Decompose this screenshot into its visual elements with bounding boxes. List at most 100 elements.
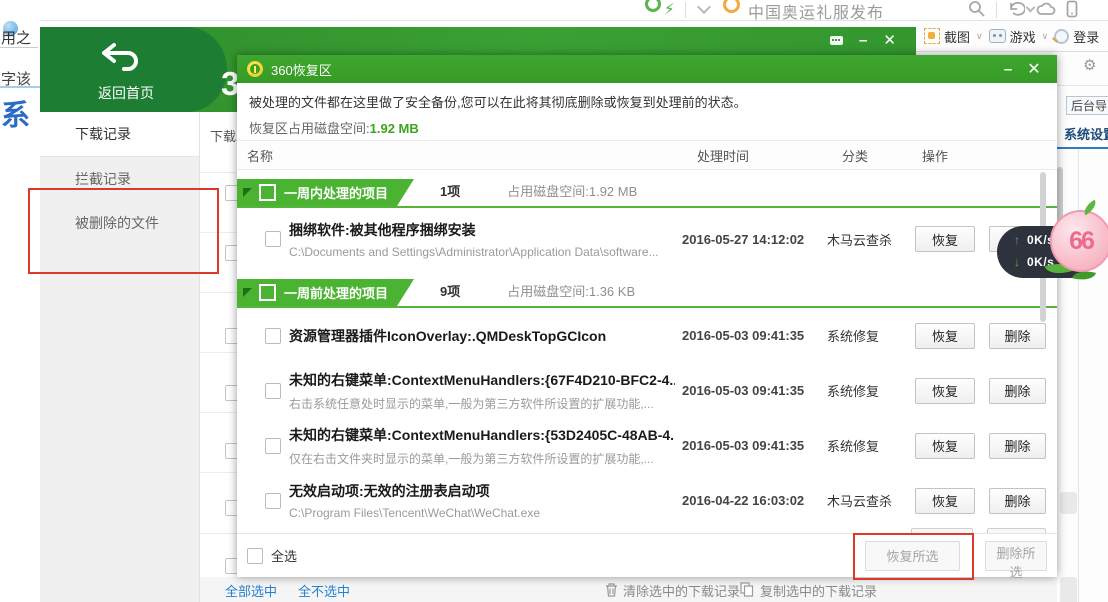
row-checkbox[interactable]	[225, 185, 237, 201]
copy-selected-downloads[interactable]: 复制选中的下载记录	[760, 581, 877, 600]
group-label: 一周内处理的项目	[284, 183, 388, 202]
back-arrow-icon	[98, 37, 142, 77]
select-all-checkbox[interactable]	[247, 548, 263, 564]
item-category: 系统修复	[820, 326, 915, 345]
row-checkbox[interactable]	[225, 558, 237, 574]
disk-usage-label: 恢复区占用磁盘空间:	[249, 121, 370, 136]
delete-button[interactable]: 删除	[989, 488, 1046, 514]
right-browser-panel: ⚙ 后台导出 系统设置	[1057, 52, 1108, 602]
row-checkbox[interactable]	[265, 438, 281, 454]
delete-button[interactable]: 删除	[989, 433, 1046, 459]
group-checkbox[interactable]	[259, 284, 276, 301]
left-edge-fragments: 用之 字该 系	[0, 20, 40, 602]
row-checkbox[interactable]	[265, 328, 281, 344]
gear-icon[interactable]: ⚙	[1083, 56, 1096, 74]
sidebar-item-download-records[interactable]: 下载记录	[40, 112, 199, 157]
search-icon[interactable]	[968, 0, 985, 17]
row-checkbox[interactable]	[225, 328, 237, 344]
expand-triangle-icon[interactable]	[243, 188, 252, 197]
divider	[1057, 147, 1108, 149]
sidebar: 下载记录 拦截记录 被删除的文件	[40, 112, 200, 602]
group-ribbon[interactable]: 一周前处理的项目	[237, 279, 414, 306]
row-checkbox[interactable]	[265, 383, 281, 399]
text-fragment: 用之	[1, 27, 31, 48]
row-checkbox[interactable]	[225, 500, 237, 516]
dialog-minimize-button[interactable]: –	[995, 61, 1021, 78]
group-header-week-before: 一周前处理的项目 9项 占用磁盘空间:1.36 KB	[237, 270, 1057, 308]
expand-triangle-icon[interactable]	[243, 288, 252, 297]
sidebar-item-deleted-files[interactable]: 被删除的文件	[40, 201, 199, 245]
item-category: 系统修复	[820, 381, 915, 400]
restore-button[interactable]: 恢复	[915, 488, 975, 514]
select-all-label[interactable]: 全选	[271, 546, 865, 565]
restore-button[interactable]: 恢复	[915, 433, 975, 459]
games-button[interactable]: 游戏	[1010, 27, 1036, 46]
restore-button[interactable]: 恢复	[915, 226, 975, 252]
games-icon	[989, 29, 1006, 43]
group-count: 1项	[440, 181, 460, 200]
recovery-item-row: 资源管理器插件IconOverlay:.QMDeskTopGCIcon 2016…	[237, 308, 1057, 363]
refresh-icon[interactable]	[645, 0, 661, 12]
background-export-button[interactable]: 后台导出	[1066, 96, 1108, 115]
item-time: 2016-04-22 16:03:02	[675, 493, 820, 508]
chevron-down-icon[interactable]: ∨	[1042, 31, 1049, 42]
close-button[interactable]: ✕	[883, 31, 896, 49]
select-all-link[interactable]: 全部选中	[225, 581, 277, 600]
row-checkbox[interactable]	[225, 245, 237, 261]
accelerator-score: 66	[1052, 212, 1108, 270]
dialog-close-button[interactable]: ✕	[1021, 59, 1047, 79]
mobile-icon[interactable]	[1066, 0, 1078, 18]
sidebar-item-block-records[interactable]: 拦截记录	[40, 157, 199, 201]
item-title: 未知的右键菜单:ContextMenuHandlers:{53D2405C-48…	[289, 425, 675, 445]
chevron-down-icon[interactable]: ∨	[976, 31, 983, 42]
item-description: 右击系统任意处时显示的菜单,一般为第三方软件所设置的扩展功能,...	[289, 395, 675, 412]
copy-icon[interactable]	[740, 582, 754, 597]
divider	[685, 2, 686, 18]
clear-selected-downloads[interactable]: 清除选中的下载记录	[623, 581, 740, 600]
column-time: 处理时间	[697, 146, 842, 165]
select-none-link[interactable]: 全不选中	[298, 581, 350, 600]
item-category: 木马云查杀	[820, 491, 915, 510]
group-size: 占用磁盘空间:1.92 MB	[507, 181, 637, 200]
group-header-week-inside: 一周内处理的项目 1项 占用磁盘空间:1.92 MB	[237, 170, 1057, 208]
item-path: C:\Program Files\Tencent\WeChat\WeChat.e…	[289, 506, 675, 520]
dialog-description: 被处理的文件都在这里做了安全备份,您可以在此将其彻底删除或恢复到处理前的状态。 …	[237, 83, 1057, 140]
row-checkbox[interactable]	[225, 385, 237, 401]
undo-icon[interactable]	[1007, 0, 1025, 17]
delete-selected-button[interactable]: 删除所选	[985, 541, 1047, 571]
group-label: 一周前处理的项目	[284, 283, 388, 302]
chevron-down-icon[interactable]	[697, 0, 711, 14]
row-checkbox[interactable]	[265, 231, 281, 247]
restore-button[interactable]: 恢复	[915, 378, 975, 404]
delete-button[interactable]: 删除	[989, 323, 1046, 349]
system-settings-link[interactable]: 系统设置	[1064, 124, 1108, 143]
feedback-icon[interactable]	[830, 36, 843, 45]
restore-button[interactable]: 恢复	[915, 323, 975, 349]
group-ribbon[interactable]: 一周内处理的项目	[237, 179, 414, 206]
background-footer: 全部选中 全不选中 清除选中的下载记录 复制选中的下载记录	[200, 577, 1057, 602]
row-checkbox[interactable]	[225, 443, 237, 459]
back-home-button[interactable]: 返回首页	[40, 27, 227, 112]
row-checkbox[interactable]	[265, 493, 281, 509]
dialog-footer: 全选 恢复所选 删除所选	[237, 533, 1057, 577]
divider	[0, 86, 40, 88]
recovery-item-row: 捆绑软件:被其他程序捆绑安装 C:\Documents and Settings…	[237, 208, 1057, 270]
trash-icon[interactable]	[605, 582, 618, 597]
minimize-button[interactable]: –	[859, 32, 867, 49]
back-home-label: 返回首页	[98, 83, 154, 103]
undo-dropdown-icon[interactable]	[1026, 3, 1036, 13]
login-button[interactable]: 登录	[1073, 27, 1099, 46]
lightning-icon[interactable]: ⚡	[664, 0, 675, 18]
cloud-icon[interactable]	[1036, 1, 1058, 17]
group-checkbox[interactable]	[259, 184, 276, 201]
panel-fragment	[1060, 492, 1077, 514]
browser-toolbar: 截图 ∨ 游戏 ∨ 登录	[916, 21, 1108, 52]
accelerator-ball[interactable]: 66	[1050, 210, 1108, 272]
recovery-item-row: 未知的右键菜单:ContextMenuHandlers:{53D2405C-48…	[237, 418, 1057, 473]
item-title: 资源管理器插件IconOverlay:.QMDeskTopGCIcon	[289, 326, 675, 346]
screenshot-button[interactable]: 截图	[944, 27, 970, 46]
delete-button[interactable]: 删除	[989, 378, 1046, 404]
address-bar-text[interactable]: 中国奥运礼服发布	[748, 0, 884, 21]
login-icon	[1054, 29, 1069, 44]
restore-selected-button[interactable]: 恢复所选	[865, 541, 960, 571]
